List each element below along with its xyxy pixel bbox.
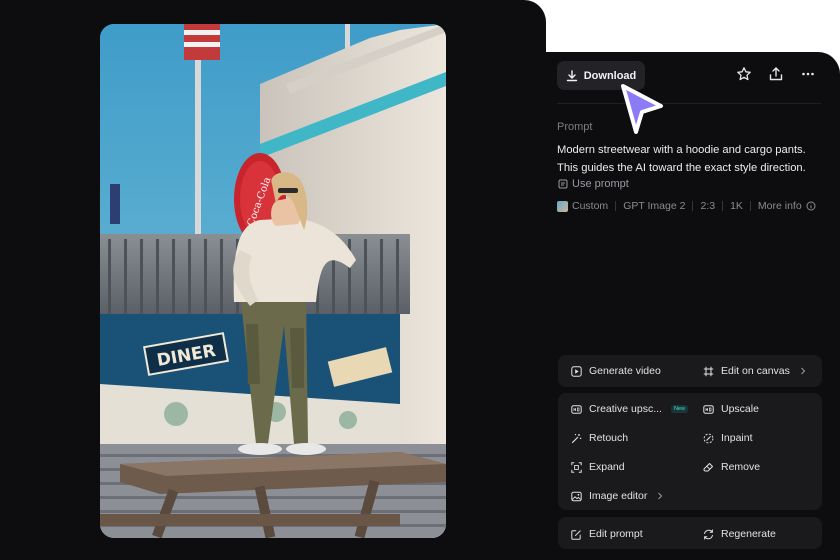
expand-button[interactable]: Expand	[571, 461, 625, 473]
prompt-icon	[558, 179, 568, 189]
chevron-right-icon	[801, 367, 806, 375]
use-prompt-label: Use prompt	[572, 178, 629, 190]
meta-style: Custom	[572, 200, 609, 212]
use-prompt-button[interactable]: Use prompt	[558, 178, 629, 190]
creative-upscale-icon	[571, 404, 582, 414]
info-icon[interactable]	[806, 201, 816, 211]
share-button[interactable]	[768, 66, 784, 82]
canvas-icon	[703, 366, 714, 376]
regenerate-button[interactable]: Regenerate	[703, 528, 776, 540]
meta-ratio: 2:3	[700, 200, 716, 212]
new-badge: New	[670, 405, 688, 413]
share-icon	[769, 67, 783, 81]
upscale-button[interactable]: Upscale	[703, 403, 759, 415]
play-icon	[571, 365, 582, 377]
wand-icon	[571, 433, 582, 443]
prompt-text: Modern streetwear with a hoodie and carg…	[557, 144, 806, 174]
edit-prompt-button[interactable]: Edit prompt	[571, 528, 643, 540]
edit-icon	[571, 529, 581, 540]
more-icon	[802, 72, 814, 76]
more-options-button[interactable]	[800, 66, 816, 82]
toolbar-divider	[557, 103, 821, 104]
photo-illustration: Coca-Cola DINER	[100, 24, 446, 538]
generated-image[interactable]: Coca-Cola DINER	[100, 24, 446, 538]
creative-upscale-button[interactable]: Creative upsc... New	[571, 403, 688, 415]
edit-on-canvas-button[interactable]: Edit on canvas	[703, 365, 807, 377]
generation-meta: Custom GPT Image 2 2:3 1K More info	[557, 200, 827, 212]
cursor-icon	[621, 84, 663, 134]
expand-icon	[571, 461, 582, 473]
favorite-button[interactable]	[736, 66, 752, 82]
upscale-hd-icon	[703, 404, 714, 414]
meta-resolution: 1K	[730, 200, 743, 212]
chevron-right-icon	[658, 492, 663, 500]
retouch-button[interactable]: Retouch	[571, 432, 628, 444]
download-label: Download	[583, 69, 637, 82]
image-editor-button[interactable]: Image editor	[571, 490, 664, 502]
image-icon	[571, 491, 582, 501]
generate-video-button[interactable]: Generate video	[571, 365, 661, 377]
refresh-icon	[704, 529, 713, 539]
inpaint-button[interactable]: Inpaint	[703, 432, 753, 444]
inpaint-icon	[703, 433, 714, 443]
style-thumbnail	[557, 200, 568, 212]
more-info-link[interactable]: More info	[758, 200, 802, 212]
prompt-label: Prompt	[557, 121, 593, 133]
eraser-icon	[703, 462, 713, 471]
download-icon	[566, 69, 577, 81]
remove-button[interactable]: Remove	[703, 461, 760, 473]
meta-model: GPT Image 2	[623, 200, 686, 212]
star-icon	[737, 67, 751, 81]
